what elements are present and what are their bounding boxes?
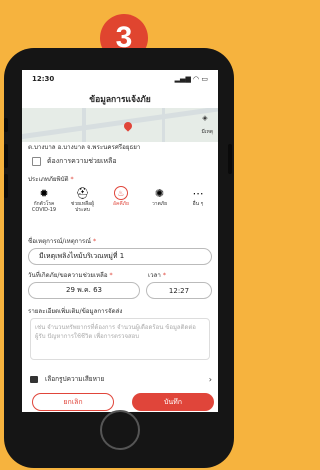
address-text: ต.บางบาล อ.บางบาล จ.พระนครศรีอยุธยา (28, 144, 141, 151)
date-input[interactable]: 29 พ.ค. 63 (28, 282, 140, 299)
type-option-label: วาตภัย (151, 201, 168, 207)
fire-icon: ♨ (114, 186, 128, 200)
select-damage-photo[interactable]: เลือกรูปความเสียหาย › (30, 374, 212, 384)
type-option-storm[interactable]: ✺ วาตภัย (142, 186, 178, 218)
locate-label: มีเหตุ (201, 129, 213, 135)
app-screen: 12:30 ▂▄▆ ◠ ▭ ข้อมูลการแจ้งภัย ◈ มีเหตุ … (22, 70, 218, 412)
location-map[interactable]: ◈ มีเหตุ (22, 108, 218, 142)
details-label: รายละเอียดเพิ่มเติม/ข้อมูลการจัดส่ง (28, 308, 123, 315)
disaster-type-label: ประเภทภัยพิบัติ (28, 176, 69, 183)
storm-icon: ✺ (154, 186, 165, 200)
save-button[interactable]: บันทึก (132, 393, 214, 411)
type-option-label: อัคคีภัย (113, 201, 129, 207)
map-road (82, 108, 86, 142)
date-heading: วันที่เกิดภัย/ขอความช่วยเหลือ * (28, 272, 113, 279)
type-option-label: กักตัวโรค COVID-19 (31, 201, 57, 213)
type-option-other[interactable]: ⋯ อื่น ๆ (180, 186, 216, 218)
need-help-checkbox[interactable] (32, 157, 41, 166)
type-option-covid[interactable]: ✹ กักตัวโรค COVID-19 (26, 186, 62, 218)
rescue-icon: ⛑ (75, 186, 90, 200)
image-icon (30, 375, 38, 383)
page-title: ข้อมูลการแจ้งภัย (89, 95, 151, 105)
event-name-label: ชื่อเหตุการณ์/เหตุการณ์ (28, 238, 91, 245)
type-option-label: อื่น ๆ (192, 201, 204, 207)
time-input[interactable]: 12:27 (146, 282, 212, 299)
disaster-type-selector: ✹ กักตัวโรค COVID-19 ⛑ ช่วยเหลือผู้ประสบ… (26, 186, 216, 218)
power-button (228, 144, 232, 174)
status-bar: 12:30 ▂▄▆ ◠ ▭ (22, 70, 218, 88)
virus-icon: ✹ (39, 186, 49, 200)
type-option-fire[interactable]: ♨ อัคคีภัย (103, 186, 139, 218)
cancel-button[interactable]: ยกเลิก (32, 393, 114, 411)
home-button[interactable] (100, 410, 140, 450)
disaster-type-heading: ประเภทภัยพิบัติ * (28, 176, 74, 183)
need-help-option[interactable]: ต้องการความช่วยเหลือ (32, 156, 117, 167)
map-road (22, 108, 218, 141)
locate-icon[interactable]: ◈ (198, 114, 212, 128)
volume-down-button (4, 174, 8, 198)
type-option-rescue[interactable]: ⛑ ช่วยเหลือผู้ประสบ (65, 186, 101, 218)
mute-switch (4, 118, 8, 132)
event-name-heading: ชื่อเหตุการณ์/เหตุการณ์ * (28, 238, 97, 245)
volume-up-button (4, 144, 8, 168)
time-heading: เวลา * (148, 272, 166, 279)
need-help-label: ต้องการความช่วยเหลือ (47, 157, 117, 165)
chevron-right-icon: › (208, 374, 212, 384)
more-icon: ⋯ (192, 186, 204, 200)
map-road (162, 108, 165, 142)
event-name-input[interactable]: มีเหตุเพลิงไหม้บริเวณหมู่ที่ 1 (28, 248, 212, 265)
type-option-label: ช่วยเหลือผู้ประสบ (70, 201, 95, 213)
date-label: วันที่เกิดภัย/ขอความช่วยเหลือ (28, 272, 108, 279)
time-label: เวลา (148, 272, 161, 279)
details-textarea[interactable]: เช่น จำนวนทรัพยากรที่ต้องการ จำนวนผู้เดื… (30, 318, 210, 360)
media-label: เลือกรูปความเสียหาย (45, 375, 105, 383)
status-icons: ▂▄▆ ◠ ▭ (174, 75, 208, 83)
status-time: 12:30 (32, 75, 55, 83)
